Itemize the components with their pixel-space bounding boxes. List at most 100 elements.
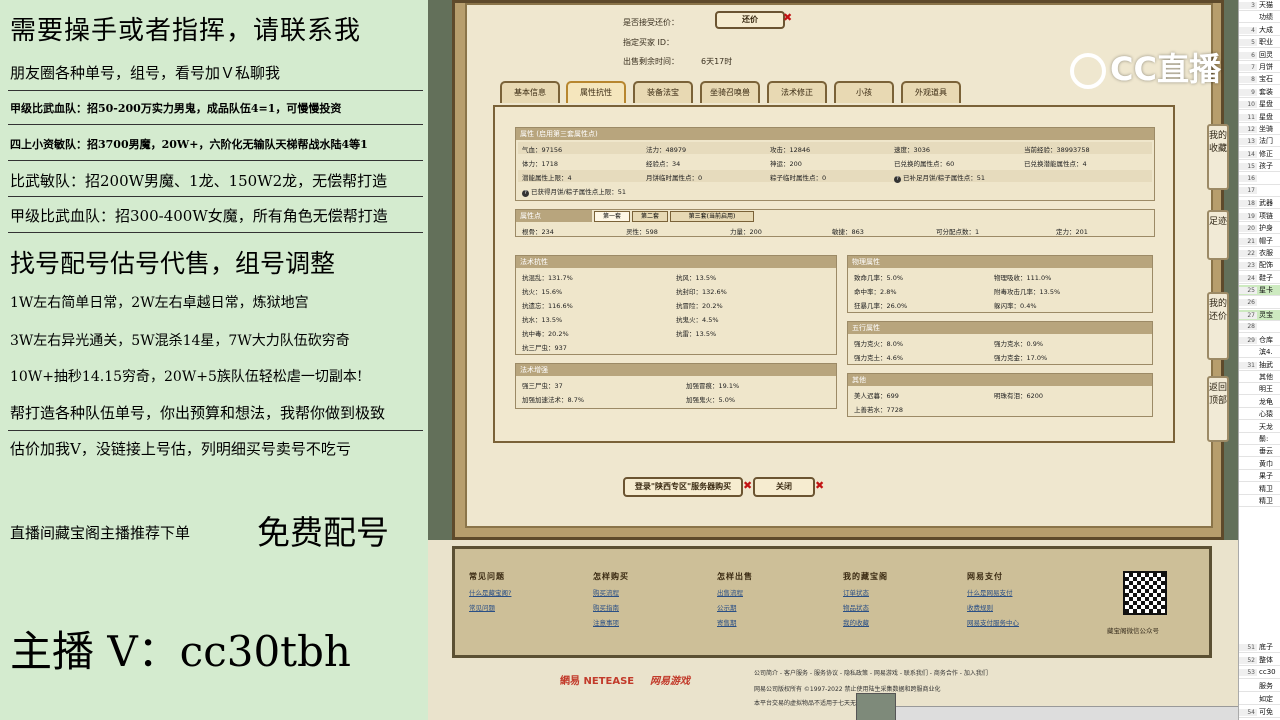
close-button[interactable]: 关闭 (753, 477, 815, 497)
sheet-row[interactable]: 7 月饼 (1239, 62, 1280, 73)
sheet-row[interactable]: 10 星盘 (1239, 99, 1280, 111)
footer-link[interactable]: 物品状态 (843, 602, 888, 612)
footer-link[interactable]: 网易支付服务中心 (967, 617, 1019, 627)
sheet-row[interactable]: 精卫 (1239, 484, 1280, 495)
sheet-row[interactable]: 果子 (1239, 471, 1280, 483)
promo-line: 比武敏队：招200W男魔、1龙、150W2龙，无偿帮打造 (10, 172, 388, 190)
footer-link[interactable]: 我的收藏 (843, 617, 888, 627)
footer-link[interactable]: 什么是藏宝阁? (469, 587, 511, 597)
tab-basic-info[interactable]: 基本信息 (500, 81, 560, 103)
cell-value: 配饰 (1259, 261, 1273, 270)
tab-point-set-3[interactable]: 第三套(当前启用) (670, 211, 754, 222)
phys-absorb: 物理吸收：111.0% (994, 274, 1052, 282)
sheet-row[interactable]: 垂云 (1239, 446, 1280, 458)
sheet-row[interactable]: 8 宝石 (1239, 74, 1280, 86)
help-icon[interactable]: ? (894, 176, 901, 183)
point-dingli: 定力：201 (1056, 228, 1088, 236)
close-icon[interactable]: ✖ (783, 11, 792, 24)
tab-appearance[interactable]: 外观道具 (901, 81, 961, 103)
sheet-row[interactable]: 如定 (1239, 694, 1280, 705)
stat-stamina: 体力：1718 (522, 160, 559, 168)
cell-value: 垂云 (1259, 447, 1273, 456)
sheet-row[interactable]: 24 鞋子 (1239, 273, 1280, 284)
promo-line: 四上小资敏队：招3700男魔，20W+，六阶化无输队天梯帮战水陆4等1 (10, 138, 368, 151)
footer-link[interactable]: 购买指南 (593, 602, 629, 612)
sheet-row[interactable]: 18 武器 (1239, 198, 1280, 210)
footer-link[interactable]: 收费规则 (967, 602, 1019, 612)
row-number: 10 (1239, 101, 1257, 109)
sheet-row[interactable]: 21 帽子 (1239, 236, 1280, 247)
footer-link[interactable]: 订单状态 (843, 587, 888, 597)
footer-link[interactable]: 寄售期 (717, 617, 753, 627)
sheet-row[interactable]: 27 灵宝 (1239, 310, 1280, 321)
sheet-row[interactable]: 31 抽武 (1239, 360, 1280, 371)
footer-link[interactable]: 注意事项 (593, 617, 629, 627)
tab-spell-mods[interactable]: 法术修正 (767, 81, 827, 103)
back-to-top-button[interactable]: 返回顶部 (1207, 376, 1229, 442)
tab-point-set-2[interactable]: 第二套 (632, 211, 668, 222)
sheet-row[interactable]: 51 底子 (1239, 642, 1280, 653)
sheet-row[interactable]: 天龙 (1239, 422, 1280, 433)
footprints-button[interactable]: 足迹 (1207, 210, 1229, 260)
stat-filled: ? 已补足月饼/粽子属性点：51 (894, 172, 985, 183)
sheet-row[interactable]: 23 配饰 (1239, 260, 1280, 272)
tab-child[interactable]: 小孩 (834, 81, 894, 103)
sheet-row[interactable]: 28 (1239, 322, 1280, 334)
sheet-row[interactable]: 53 cc30 (1239, 668, 1280, 679)
sheet-row[interactable]: 鬃: (1239, 434, 1280, 445)
my-counter-offers-button[interactable]: 我的还价 (1207, 292, 1229, 360)
streamer-contact: 主播 V：cc30tbh (10, 627, 351, 676)
footer-links[interactable]: 公司简介 - 客户服务 - 服务协议 - 隐私政策 - 网易游戏 - 联系我们 … (754, 668, 988, 677)
sheet-row[interactable]: 19 项链 (1239, 211, 1280, 222)
sheet-row[interactable]: 服务 (1239, 681, 1280, 692)
sheet-row[interactable]: 54 可免 (1239, 707, 1280, 718)
footer-link[interactable]: 常见问题 (469, 602, 511, 612)
sheet-row[interactable]: 黄巾 (1239, 459, 1280, 470)
sheet-row[interactable]: 16 (1239, 174, 1280, 185)
login-buy-button[interactable]: 登录"陕西专区"服务器购买 (623, 477, 743, 497)
other-section: 其他 美人迟暮：699 明珠有泪：6200 上善若水：7728 (847, 373, 1153, 417)
row-number: 18 (1239, 200, 1257, 208)
sheet-row[interactable]: 9 套装 (1239, 87, 1280, 98)
sheet-row[interactable]: 龙龟 (1239, 397, 1280, 408)
footer-link[interactable]: 什么是网易支付 (967, 587, 1019, 597)
sheet-row[interactable]: 14 修正 (1239, 149, 1280, 160)
sheet-row[interactable]: 心猿 (1239, 409, 1280, 421)
footer-link[interactable]: 公示期 (717, 602, 753, 612)
sheet-row[interactable]: 25 星卡 (1239, 285, 1280, 297)
row-number: 28 (1239, 323, 1257, 331)
sheet-row[interactable]: 13 法门 (1239, 136, 1280, 148)
sheet-row[interactable]: 17 (1239, 186, 1280, 197)
counter-offer-button[interactable]: 还价 (715, 11, 785, 29)
sheet-row[interactable]: 12 坐骑 (1239, 124, 1280, 135)
tab-attributes[interactable]: 属性抗性 (566, 81, 626, 103)
tab-mounts-pets[interactable]: 坐骑召唤兽 (700, 81, 760, 103)
sheet-row[interactable]: 明王 (1239, 384, 1280, 396)
sheet-row[interactable]: 滨4. (1239, 347, 1280, 359)
sheet-row[interactable]: 其他 (1239, 372, 1280, 383)
sheet-row[interactable]: 52 整体 (1239, 655, 1280, 666)
help-icon[interactable]: ? (522, 190, 529, 197)
sheet-row[interactable]: 精卫 (1239, 496, 1280, 507)
sheet-row[interactable]: 4 大成 (1239, 25, 1280, 36)
sheet-row[interactable]: 6 回灵 (1239, 50, 1280, 61)
tab-equipment[interactable]: 装备法宝 (633, 81, 693, 103)
footer-link[interactable]: 出售流程 (717, 587, 753, 597)
close-icon[interactable]: ✖ (743, 479, 752, 492)
close-icon[interactable]: ✖ (815, 479, 824, 492)
sheet-row[interactable]: 11 星盘 (1239, 112, 1280, 123)
sheet-row[interactable]: 29 仓库 (1239, 335, 1280, 346)
my-favorites-button[interactable]: 我的收藏 (1207, 124, 1229, 190)
sheet-row[interactable]: 22 衣服 (1239, 248, 1280, 259)
sheet-row[interactable]: 15 孩子 (1239, 161, 1280, 173)
sheet-row[interactable]: 功绩 (1239, 12, 1280, 24)
copyright: 网易公司版权所有 ©1997-2022 禁止使用陆生采集数据和跨服商业化 (754, 686, 941, 693)
sheet-row[interactable]: 5 职业 (1239, 37, 1280, 49)
sheet-row[interactable]: 26 (1239, 298, 1280, 309)
sheet-row[interactable]: 20 护身 (1239, 223, 1280, 235)
sheet-row[interactable]: 3 天猫 (1239, 0, 1280, 11)
footer-link[interactable]: 购买流程 (593, 587, 629, 597)
tab-point-set-1[interactable]: 第一套 (594, 211, 630, 222)
element-water: 强力克水：0.9% (994, 340, 1044, 348)
taskbar-thumbnail[interactable] (856, 693, 896, 720)
